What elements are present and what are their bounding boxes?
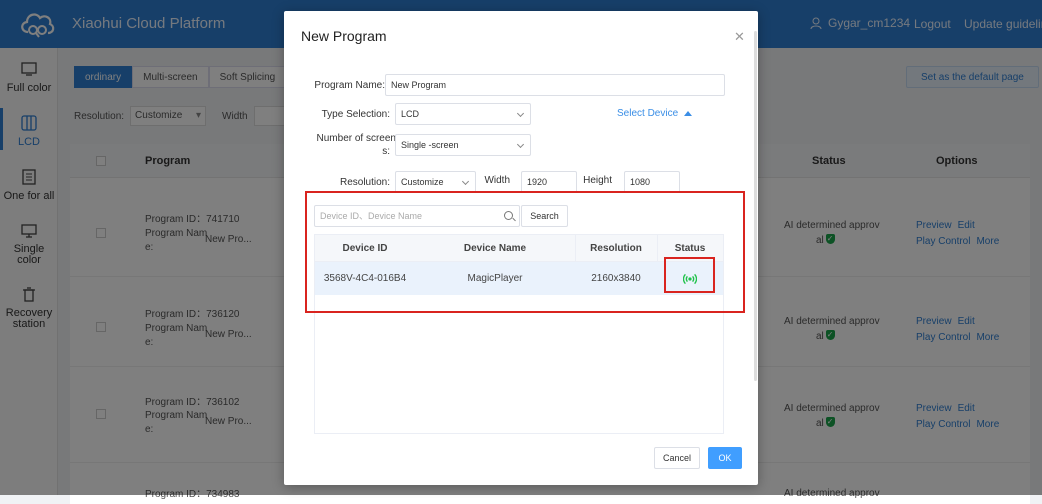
highlight-box-device-panel (305, 191, 745, 313)
resolution-label: Resolution: (339, 177, 390, 188)
number-of-screens-label: Number of screen (316, 133, 396, 144)
select-device-label: Select Device (617, 108, 679, 119)
height-input[interactable]: 1080 (624, 171, 680, 193)
program-name-label: Program Name: (314, 80, 385, 91)
caret-up-icon (684, 111, 693, 116)
type-selection-select[interactable]: LCD (395, 103, 531, 125)
dialog-title: New Program (301, 28, 387, 44)
resolution-select[interactable]: Customize (395, 171, 476, 193)
dialog-scrollbar[interactable] (754, 31, 757, 381)
ok-button[interactable]: OK (708, 447, 742, 469)
number-of-screens-label-wrap: s: (382, 146, 390, 157)
width-input[interactable]: 1920 (521, 171, 577, 193)
height-label: Height (583, 175, 612, 186)
program-name-input[interactable]: New Program (385, 74, 725, 96)
highlight-box-status (664, 257, 715, 293)
number-of-screens-select[interactable]: Single -screen (395, 134, 531, 156)
width-label: Width (484, 175, 510, 186)
type-selection-label: Type Selection: (321, 109, 390, 120)
close-icon[interactable]: ✕ (734, 29, 745, 45)
select-device-toggle[interactable]: Select Device (617, 108, 693, 119)
cancel-button[interactable]: Cancel (654, 447, 700, 469)
